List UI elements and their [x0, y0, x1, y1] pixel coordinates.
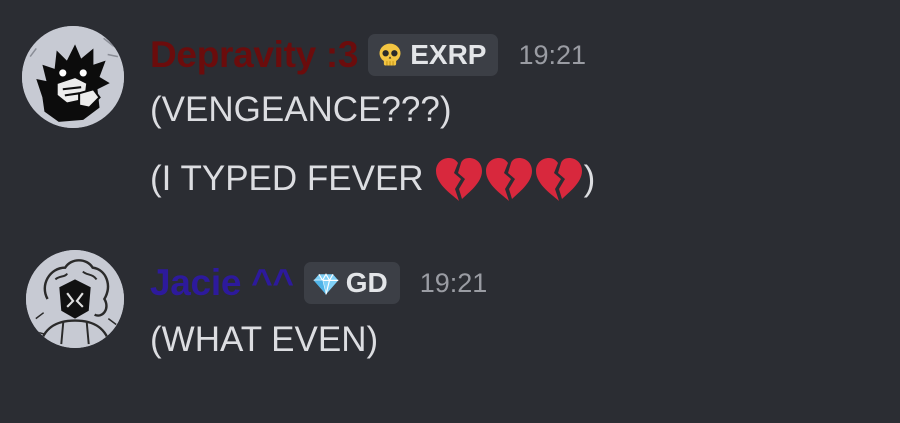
message-text: (VENGEANCE???) [150, 90, 452, 129]
role-badge[interactable]: EXRP [368, 34, 499, 76]
timestamp[interactable]: 19:21 [420, 268, 488, 299]
message-text-suffix: ) [583, 159, 596, 198]
message-text-prefix: (I TYPED FEVER [150, 159, 424, 198]
message-header: Depravity :3 EXRP 19:21 [150, 32, 586, 78]
broken-heart-icon[interactable] [532, 155, 586, 203]
broken-heart-icon[interactable] [482, 155, 536, 203]
message-header: Jacie ^^ GD 19:21 [150, 260, 487, 306]
username[interactable]: Jacie ^^ [150, 262, 294, 304]
avatar-drawing [22, 26, 124, 128]
avatar[interactable] [26, 250, 124, 348]
role-badge[interactable]: GD [303, 262, 400, 304]
gem-icon [312, 269, 340, 297]
message-text: (WHAT EVEN) [150, 320, 379, 359]
timestamp[interactable]: 19:21 [518, 40, 586, 71]
avatar[interactable] [22, 26, 124, 128]
avatar-drawing [26, 250, 124, 348]
role-label: GD [345, 267, 388, 298]
username[interactable]: Depravity :3 [150, 34, 359, 76]
chat-log: Depravity :3 EXRP 19:21 (VENGEANCE???) (… [0, 0, 900, 423]
broken-heart-icon[interactable] [432, 155, 486, 203]
message-text: (I TYPED FEVER) [150, 155, 595, 203]
skull-icon [376, 41, 404, 69]
role-label: EXRP [410, 39, 487, 70]
emoji-group [432, 155, 582, 203]
